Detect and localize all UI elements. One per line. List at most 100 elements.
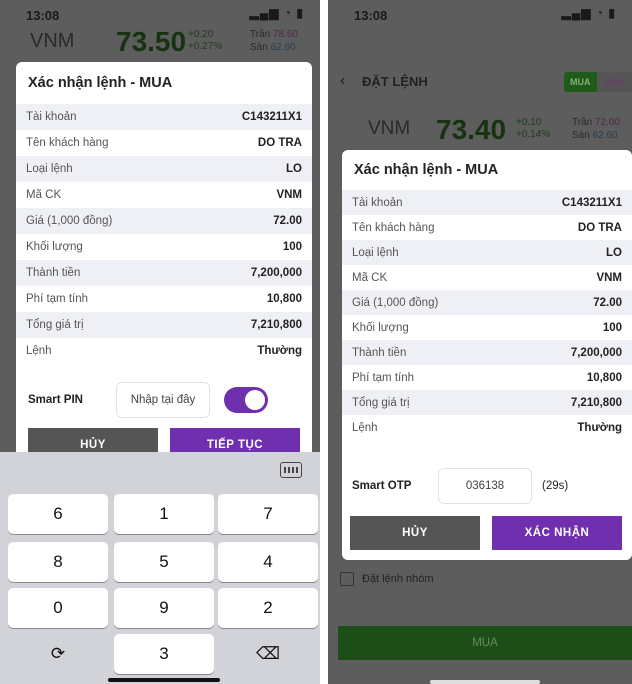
ticker-change: +0.20 +0.27% xyxy=(188,29,222,53)
delete-key-icon[interactable]: ⌫ xyxy=(218,634,318,674)
detail-label: Thành tiền xyxy=(352,346,407,359)
key-6[interactable]: 6 xyxy=(8,494,108,534)
tab-sell[interactable]: BÁN xyxy=(596,72,632,92)
order-details-table: Tài khoản C143211X1 Tên khách hàng DO TRA Lo… xyxy=(16,104,312,364)
key-8[interactable]: 8 xyxy=(8,542,108,582)
ceiling-label: Trần xyxy=(572,117,593,128)
group-order-label: Đặt lệnh nhóm xyxy=(362,573,434,585)
refresh-key-icon[interactable]: ⟳ xyxy=(8,634,108,674)
detail-value: C143211X1 xyxy=(241,111,302,123)
detail-label: Giá (1,000 đồng) xyxy=(26,215,113,227)
home-indicator xyxy=(108,678,220,682)
order-confirm-modal: Xác nhận lệnh - MUA Tài khoản C143211X1 Tê… xyxy=(16,62,312,462)
page-title: ĐẶT LỆNH xyxy=(362,74,428,89)
key-9[interactable]: 9 xyxy=(114,588,214,628)
modal-title: Xác nhận lệnh - MUA xyxy=(354,162,499,178)
ticker-symbol: VNM xyxy=(368,118,411,139)
order-header: ‹ ĐẶT LỆNH MUA BÁN xyxy=(328,68,632,96)
smart-pin-row: Smart PIN Nhập tại đây xyxy=(28,382,268,418)
detail-value: 100 xyxy=(602,321,622,334)
keyboard-toolbar xyxy=(0,452,320,490)
ticker-bar: VNM 73.50 +0.20 +0.27% Trần 78.60 Sàn 62… xyxy=(0,22,320,62)
keyboard-icon[interactable] xyxy=(280,462,302,478)
buy-submit-button[interactable]: MUA xyxy=(338,626,632,660)
ticker-bar: VNM 73.40 +0.10 +0.14% Trần 72.00 Sàn 62… xyxy=(328,110,632,150)
otp-countdown: (29s) xyxy=(542,480,569,492)
detail-row: Tổng giá trị 7,210,800 xyxy=(342,390,632,415)
key-7[interactable]: 7 xyxy=(218,494,318,534)
detail-label: Mã CK xyxy=(352,271,388,284)
ticker-change-pct: +0.14% xyxy=(516,129,551,140)
status-bar: 13:08 ▂▄▆ ◔ ▮ xyxy=(328,6,632,28)
key-0[interactable]: 0 xyxy=(8,588,108,628)
detail-row: Tên khách hàng DO TRA xyxy=(16,130,312,156)
detail-value: 72.00 xyxy=(593,296,622,309)
detail-value: 100 xyxy=(282,241,302,253)
detail-label: Mã CK xyxy=(26,189,62,201)
status-time: 13:08 xyxy=(26,8,60,23)
detail-label: Tên khách hàng xyxy=(352,221,435,234)
key-5[interactable]: 5 xyxy=(114,542,214,582)
detail-row: Phí tạm tính 10,800 xyxy=(16,286,312,312)
ticker-limits: Trần 72.00 Sàn 62.60 xyxy=(572,116,620,142)
detail-value: 7,210,800 xyxy=(570,396,622,409)
ticker-price: 73.40 xyxy=(436,114,507,145)
detail-value: Thường xyxy=(577,421,622,434)
key-1[interactable]: 1 xyxy=(114,494,214,534)
detail-label: Tổng giá trị xyxy=(26,319,84,331)
detail-value: LO xyxy=(286,163,302,175)
floor-value: 62.60 xyxy=(270,42,296,53)
ticker-price: 73.50 xyxy=(116,26,187,57)
floor-label: Sàn xyxy=(572,130,590,141)
cancel-button[interactable]: HỦY xyxy=(350,516,480,550)
ceiling-label: Trần xyxy=(250,29,271,40)
ticker-symbol: VNM xyxy=(30,30,75,52)
detail-value: DO TRA xyxy=(577,221,622,234)
detail-row: Khối lượng 100 xyxy=(16,234,312,260)
detail-value: VNM xyxy=(596,271,622,284)
detail-row: Tên khách hàng DO TRA xyxy=(342,215,632,240)
detail-row: Thành tiền 7,200,000 xyxy=(342,340,632,365)
detail-value: 10,800 xyxy=(266,293,302,305)
detail-row: Giá (1,000 đồng) 72.00 xyxy=(16,208,312,234)
key-3[interactable]: 3 xyxy=(114,634,214,674)
detail-row: Phí tạm tính 10,800 xyxy=(342,365,632,390)
confirm-button[interactable]: XÁC NHẬN xyxy=(492,516,622,550)
detail-value: VNM xyxy=(276,189,302,201)
ticker-change-abs: +0.20 xyxy=(188,29,214,40)
group-order-checkbox[interactable]: Đặt lệnh nhóm xyxy=(340,572,434,586)
floor-label: Sàn xyxy=(250,42,268,53)
right-phone-screen: 13:08 ▂▄▆ ◔ ▮ ‹ ĐẶT LỆNH MUA BÁN VNM 73.… xyxy=(328,0,632,684)
detail-value: 72.00 xyxy=(273,215,302,227)
smart-otp-field[interactable]: 036138 xyxy=(438,468,532,504)
detail-label: Tài khoản xyxy=(26,111,77,123)
key-2[interactable]: 2 xyxy=(218,588,318,628)
detail-label: Giá (1,000 đồng) xyxy=(352,296,439,309)
detail-label: Phí tạm tính xyxy=(26,293,89,305)
detail-value: 7,200,000 xyxy=(570,346,622,359)
back-icon[interactable]: ‹ xyxy=(340,72,345,90)
smart-pin-input[interactable]: Nhập tại đây xyxy=(116,382,210,418)
smart-pin-toggle[interactable] xyxy=(224,387,268,413)
detail-row: Lệnh Thường xyxy=(342,415,632,440)
detail-value: 7,200,000 xyxy=(250,267,302,279)
detail-label: Tài khoản xyxy=(352,196,403,209)
numeric-keyboard: 6 1 7 8 5 4 0 9 2 ⟳ 3 ⌫ xyxy=(0,452,320,684)
detail-value: Thường xyxy=(257,345,302,357)
tab-buy[interactable]: MUA xyxy=(564,72,597,92)
detail-label: Phí tạm tính xyxy=(352,371,415,384)
buy-sell-switch: MUA BÁN xyxy=(564,72,632,92)
detail-label: Khối lượng xyxy=(352,321,409,334)
status-icons: ▂▄▆ ◔ ▮ xyxy=(561,6,616,20)
checkbox-icon[interactable] xyxy=(340,572,354,586)
ticker-change-abs: +0.10 xyxy=(516,117,542,128)
detail-value: C143211X1 xyxy=(561,196,622,209)
toggle-knob xyxy=(245,390,265,410)
detail-label: Tên khách hàng xyxy=(26,137,109,149)
detail-row: Lệnh Thường xyxy=(16,338,312,364)
floor-value: 62.60 xyxy=(592,130,618,141)
key-4[interactable]: 4 xyxy=(218,542,318,582)
detail-row: Thành tiền 7,200,000 xyxy=(16,260,312,286)
detail-row: Giá (1,000 đồng) 72.00 xyxy=(342,290,632,315)
detail-row: Mã CK VNM xyxy=(342,265,632,290)
